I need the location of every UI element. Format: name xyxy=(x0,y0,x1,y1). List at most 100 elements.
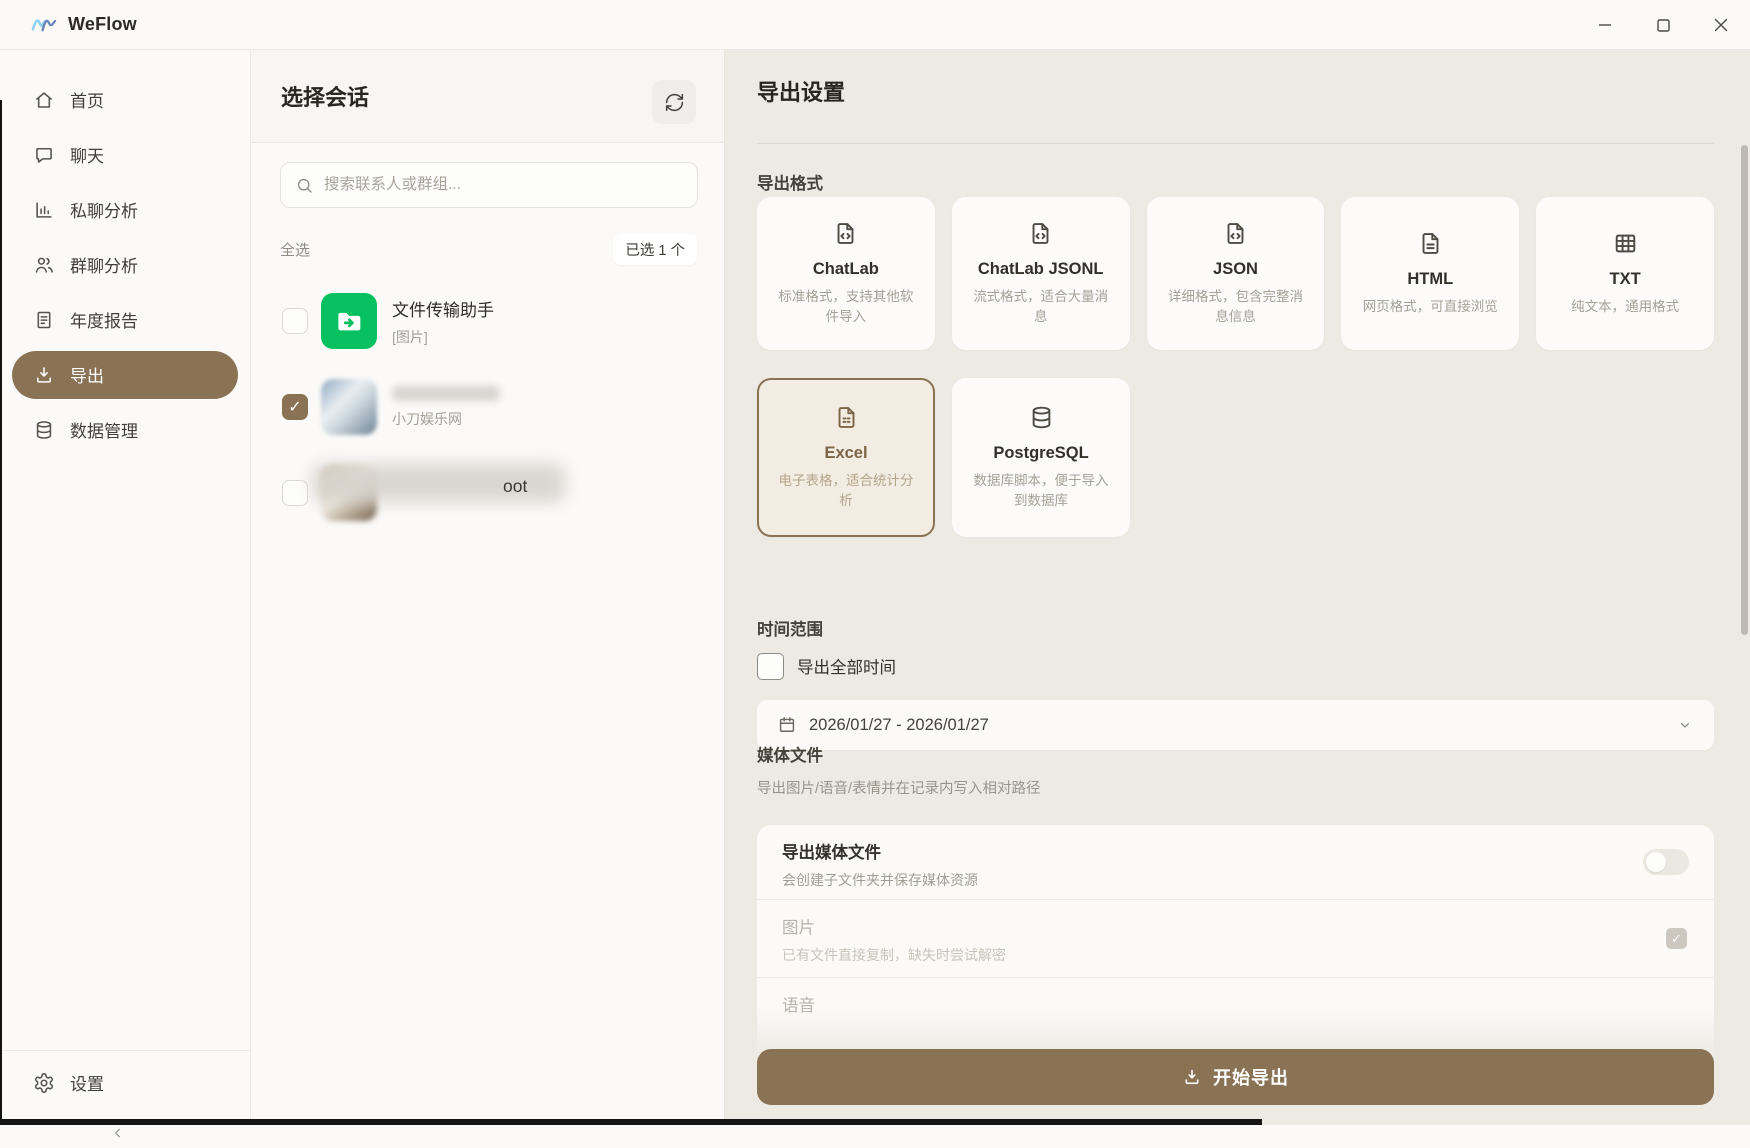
media-row-desc: 会创建子文件夹并保存媒体资源 xyxy=(782,870,1689,890)
search-box[interactable] xyxy=(280,162,698,208)
sidebar-item-chat[interactable]: 聊天 xyxy=(0,127,250,182)
search-icon xyxy=(295,176,314,195)
blurred-avatar xyxy=(321,379,377,435)
media-export-toggle[interactable] xyxy=(1643,849,1689,875)
export-all-time-row[interactable]: 导出全部时间 xyxy=(757,651,896,681)
format-desc: 数据库脚本，便于导入到数据库 xyxy=(967,471,1115,512)
session-checkbox-checked[interactable]: ✓ xyxy=(282,394,308,420)
database-icon xyxy=(1028,404,1055,431)
file-code-icon xyxy=(1027,220,1054,247)
sidebar-item-label: 群聊分析 xyxy=(70,252,138,277)
session-list: 文件传输助手 [图片] ✓ 小刀娱乐网 oot xyxy=(251,278,724,536)
media-row-desc: 已有文件直接复制，缺失时尝试解密 xyxy=(782,945,1689,965)
chevron-left-icon xyxy=(110,1125,126,1141)
sidebar-item-home[interactable]: 首页 xyxy=(0,72,250,127)
format-card-chatlab[interactable]: ChatLab 标准格式，支持其他软件导入 xyxy=(757,197,935,350)
select-all-row: 全选 已选 1 个 xyxy=(280,233,697,265)
format-desc: 详细格式，包含完整消息信息 xyxy=(1162,287,1310,328)
start-export-button[interactable]: 开始导出 xyxy=(757,1049,1714,1105)
download-icon xyxy=(1182,1067,1202,1087)
report-document-icon xyxy=(33,309,55,331)
media-row-title: 导出媒体文件 xyxy=(782,839,1689,863)
sidebar-item-group-analysis[interactable]: 群聊分析 xyxy=(0,237,250,292)
media-image-row: 图片 已有文件直接复制，缺失时尝试解密 ✓ xyxy=(757,899,1714,977)
format-card-json[interactable]: JSON 详细格式，包含完整消息信息 xyxy=(1147,197,1325,350)
session-last-message: 小刀娱乐网 xyxy=(392,409,500,429)
format-name: TXT xyxy=(1610,270,1641,289)
format-card-html[interactable]: HTML 网页格式，可直接浏览 xyxy=(1341,197,1519,350)
session-row-file-transfer[interactable]: 文件传输助手 [图片] xyxy=(251,278,724,364)
sidebar-item-label: 私聊分析 xyxy=(70,197,138,222)
format-name: JSON xyxy=(1213,260,1258,279)
scrollbar-thumb[interactable] xyxy=(1741,145,1748,635)
sidebar-item-private-analysis[interactable]: 私聊分析 xyxy=(0,182,250,237)
search-input[interactable] xyxy=(324,176,683,194)
format-name: ChatLab JSONL xyxy=(978,260,1104,279)
desktop-edge-bottom xyxy=(0,1119,1262,1125)
session-checkbox[interactable] xyxy=(282,480,308,506)
format-card-postgresql[interactable]: PostgreSQL 数据库脚本，便于导入到数据库 xyxy=(952,378,1130,537)
format-card-excel[interactable]: Excel 电子表格，适合统计分析 xyxy=(757,378,935,537)
gear-icon xyxy=(33,1072,55,1094)
refresh-button[interactable] xyxy=(652,80,696,124)
format-desc: 网页格式，可直接浏览 xyxy=(1363,297,1498,317)
export-footer: 开始导出 xyxy=(725,1007,1750,1125)
all-time-label: 导出全部时间 xyxy=(797,654,896,678)
download-icon xyxy=(33,364,55,386)
minimize-button[interactable] xyxy=(1576,0,1634,50)
format-name: HTML xyxy=(1407,270,1453,289)
all-time-checkbox[interactable] xyxy=(757,653,784,680)
sidebar-footer-divider xyxy=(0,1050,250,1051)
start-export-label: 开始导出 xyxy=(1213,1064,1289,1090)
sidebar: 首页 聊天 私聊分析 群聊分析 年度报告 xyxy=(0,50,251,1125)
people-icon xyxy=(33,254,55,276)
file-spreadsheet-icon xyxy=(833,404,860,431)
titlebar: WeFlow xyxy=(0,0,1750,50)
chat-bubble-icon xyxy=(33,144,55,166)
weflow-logo-icon xyxy=(30,11,58,39)
file-code-icon xyxy=(1222,220,1249,247)
selected-count-badge: 已选 1 个 xyxy=(613,234,697,265)
format-card-txt[interactable]: TXT 纯文本，通用格式 xyxy=(1536,197,1714,350)
app-title: WeFlow xyxy=(68,14,137,35)
media-row-title: 图片 xyxy=(782,914,1689,938)
session-panel-header: 选择会话 xyxy=(251,50,724,143)
image-checkbox-disabled[interactable]: ✓ xyxy=(1666,928,1687,949)
media-section-label: 媒体文件 xyxy=(757,742,823,766)
file-lines-icon xyxy=(1417,230,1444,257)
format-cards-row-2: Excel 电子表格，适合统计分析 PostgreSQL 数据库脚本，便于导入到… xyxy=(757,378,1130,537)
sidebar-item-label: 首页 xyxy=(70,87,104,112)
session-name-suffix: oot xyxy=(503,476,527,497)
format-section-label: 导出格式 xyxy=(757,170,823,194)
select-all-label[interactable]: 全选 xyxy=(280,239,310,260)
sidebar-item-label: 聊天 xyxy=(70,142,104,167)
date-range-value: 2026/01/27 - 2026/01/27 xyxy=(809,716,1664,735)
desktop-edge-left xyxy=(0,100,2,1125)
bar-chart-icon xyxy=(33,199,55,221)
format-card-chatlab-jsonl[interactable]: ChatLab JSONL 流式格式，适合大量消息 xyxy=(952,197,1130,350)
session-row-xiaodao[interactable]: ✓ 小刀娱乐网 xyxy=(251,364,724,450)
session-name: 文件传输助手 xyxy=(392,296,494,321)
format-name: ChatLab xyxy=(813,260,879,279)
session-panel: 选择会话 全选 已选 1 个 文件传输助手 [图片] xyxy=(251,50,725,1125)
session-checkbox[interactable] xyxy=(282,308,308,334)
export-settings-panel: 导出设置 导出格式 ChatLab 标准格式，支持其他软件导入 ChatLab … xyxy=(725,50,1750,1125)
app-brand: WeFlow xyxy=(0,11,137,39)
sidebar-item-annual-report[interactable]: 年度报告 xyxy=(0,292,250,347)
sidebar-item-export[interactable]: 导出 xyxy=(12,351,238,399)
format-desc: 流式格式，适合大量消息 xyxy=(967,287,1115,328)
refresh-icon xyxy=(664,92,685,113)
format-name: Excel xyxy=(824,444,867,463)
media-section-desc: 导出图片/语音/表情并在记录内写入相对路径 xyxy=(757,777,1041,798)
blurred-session-name xyxy=(392,386,500,401)
sidebar-item-data-management[interactable]: 数据管理 xyxy=(0,402,250,457)
sidebar-item-label: 设置 xyxy=(70,1070,104,1095)
close-button[interactable] xyxy=(1692,0,1750,50)
window-controls xyxy=(1576,0,1750,50)
session-last-message: [图片] xyxy=(392,327,494,347)
format-desc: 纯文本，通用格式 xyxy=(1571,297,1679,317)
maximize-button[interactable] xyxy=(1634,0,1692,50)
session-row-blurred[interactable]: oot xyxy=(251,450,724,536)
date-range-picker[interactable]: 2026/01/27 - 2026/01/27 xyxy=(757,700,1714,750)
sidebar-item-settings[interactable]: 设置 xyxy=(0,1055,250,1110)
